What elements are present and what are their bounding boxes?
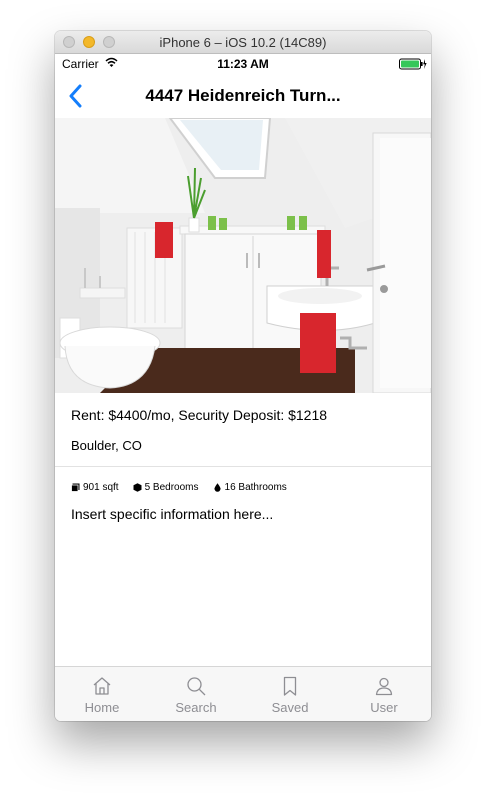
drop-icon bbox=[213, 483, 221, 492]
tab-user[interactable]: User bbox=[337, 667, 431, 721]
user-icon bbox=[375, 677, 393, 696]
tab-label: Home bbox=[84, 700, 120, 715]
rent-details: Rent: $4400/mo, Security Deposit: $1218 bbox=[71, 407, 328, 423]
chevron-left-icon[interactable] bbox=[67, 84, 87, 108]
tab-home[interactable]: Home bbox=[55, 667, 149, 721]
cube-icon bbox=[133, 483, 142, 492]
divider bbox=[55, 466, 431, 467]
window-titlebar: iPhone 6 – iOS 10.2 (14C89) bbox=[55, 31, 431, 54]
battery-icon bbox=[399, 58, 427, 70]
simulator-window: iPhone 6 – iOS 10.2 (14C89) Carrier 11:2… bbox=[55, 31, 431, 721]
feature-label: 5 Bedrooms bbox=[144, 482, 199, 493]
tab-saved[interactable]: Saved bbox=[243, 667, 337, 721]
feature-list: 901 sqft 5 Bedrooms 16 Bathrooms bbox=[71, 482, 287, 493]
feature-label: 901 sqft bbox=[83, 482, 119, 493]
feature-bathrooms: 16 Bathrooms bbox=[213, 482, 287, 493]
location-label: Boulder, CO bbox=[71, 438, 142, 453]
bathroom-photo bbox=[55, 118, 431, 393]
tab-label: User bbox=[370, 700, 398, 715]
square-icon bbox=[71, 483, 80, 492]
status-time: 11:23 AM bbox=[217, 57, 269, 71]
status-bar: Carrier 11:23 AM bbox=[55, 54, 431, 74]
feature-sqft: 901 sqft bbox=[71, 482, 119, 493]
listing-description: Insert specific information here... bbox=[71, 506, 274, 522]
tab-bar: Home Search Saved User bbox=[55, 666, 431, 721]
tab-label: Saved bbox=[271, 700, 309, 715]
feature-label: 16 Bathrooms bbox=[224, 482, 287, 493]
tab-label: Search bbox=[175, 700, 217, 715]
home-icon bbox=[93, 677, 111, 695]
bookmark-icon bbox=[283, 676, 297, 696]
tab-search[interactable]: Search bbox=[149, 667, 243, 721]
feature-bedrooms: 5 Bedrooms bbox=[133, 482, 199, 493]
page-title: 4447 Heidenreich Turn... bbox=[145, 86, 341, 105]
navigation-bar: 4447 Heidenreich Turn... bbox=[55, 74, 431, 118]
window-title: iPhone 6 – iOS 10.2 (14C89) bbox=[159, 35, 327, 50]
search-icon bbox=[187, 677, 206, 696]
